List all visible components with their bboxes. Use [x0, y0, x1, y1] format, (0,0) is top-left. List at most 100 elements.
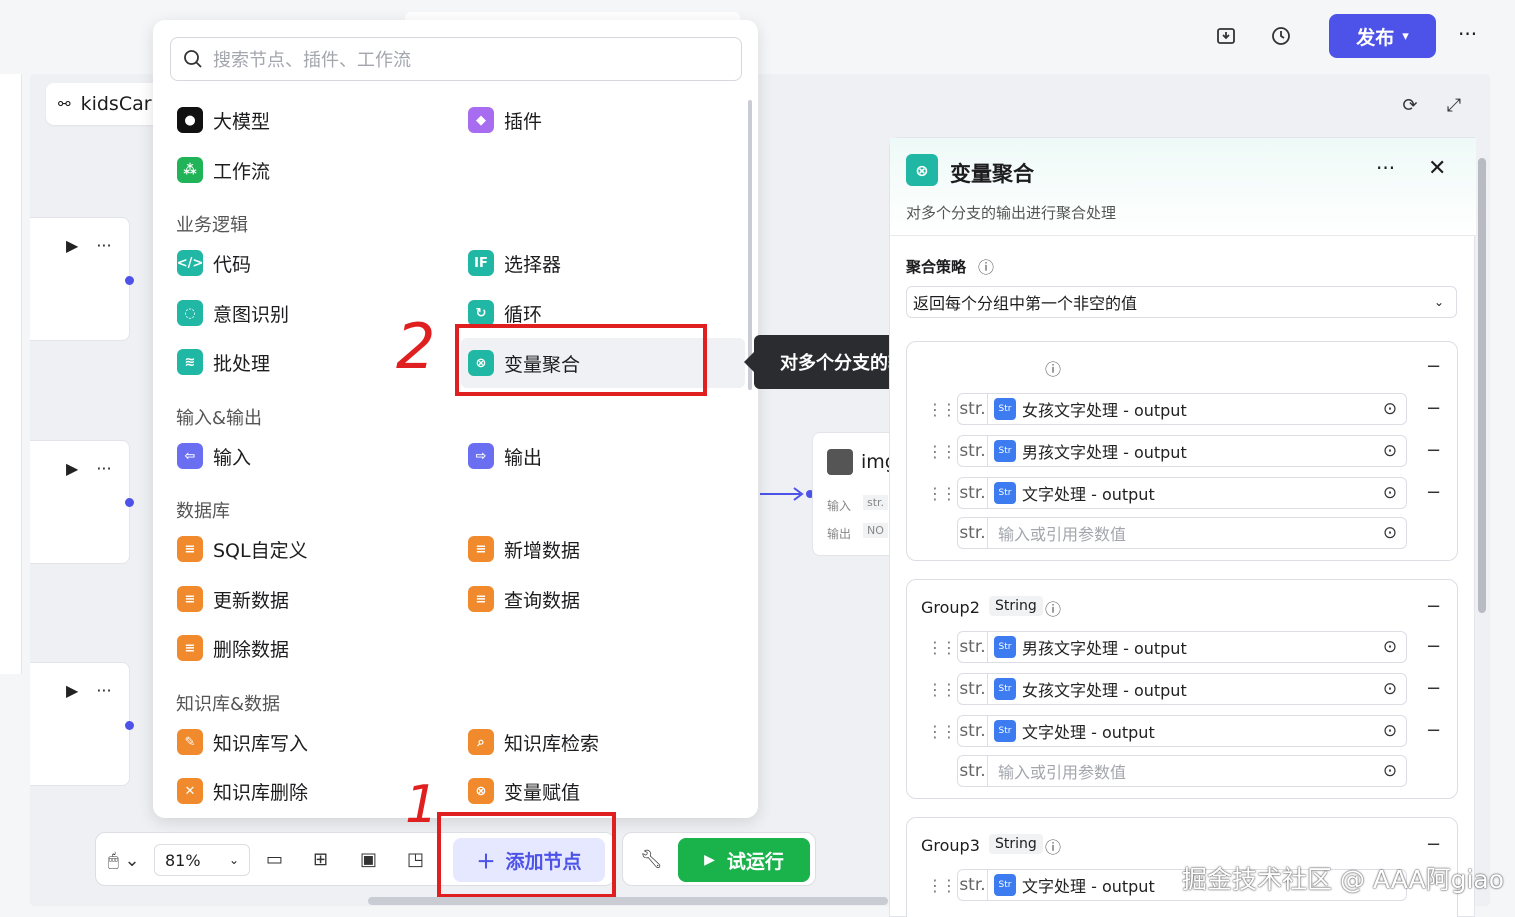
workflow-title-card[interactable]: ⚯ kidsCar	[46, 83, 166, 125]
comment-icon[interactable]: ▭	[266, 849, 283, 870]
variable-picker-icon[interactable]: ⊙	[1374, 756, 1406, 786]
drag-handle-icon[interactable]: ⋮⋮	[927, 680, 957, 699]
save-icon[interactable]	[1212, 22, 1240, 50]
node-item-kb-write[interactable]: ✎ 知识库写入	[177, 725, 308, 759]
remove-group-icon[interactable]: −	[1426, 834, 1441, 855]
variable-picker-icon[interactable]: ⊙	[1374, 674, 1406, 704]
popup-scrollbar[interactable]	[748, 100, 752, 390]
group-row[interactable]: str. Str 女孩文字处理 - output ⊙	[957, 393, 1407, 425]
node-item-query-data[interactable]: ≡ 查询数据	[468, 582, 580, 616]
remove-row-icon[interactable]: −	[1426, 636, 1441, 657]
node-item-assign[interactable]: ⊗ 变量赋值	[468, 774, 580, 808]
panel-more-icon[interactable]: ···	[1376, 156, 1395, 180]
node-item-label: 知识库写入	[213, 732, 309, 755]
drag-handle-icon[interactable]: ⋮⋮	[927, 400, 957, 419]
connection-edge	[760, 487, 814, 501]
group-row[interactable]: str. Str 男孩文字处理 - output ⊙	[957, 435, 1407, 467]
batch-icon: ≋	[177, 349, 203, 375]
mouse-mode-icon[interactable]: 🖱︎ ⌄	[108, 850, 140, 871]
node-item-delete-data[interactable]: ≡ 删除数据	[177, 631, 289, 665]
drag-handle-icon[interactable]: ⋮⋮	[927, 722, 957, 741]
canvas-horizontal-scrollbar[interactable]	[368, 897, 888, 905]
node-input-label: 输入	[827, 499, 852, 513]
canvas-node-3[interactable]: ▶ ···	[30, 662, 130, 786]
remove-group-icon[interactable]: −	[1426, 596, 1441, 617]
node-item-workflow[interactable]: ⁂ 工作流	[177, 153, 270, 187]
drag-handle-icon[interactable]: ⋮⋮	[927, 876, 957, 895]
remove-group-icon[interactable]: −	[1426, 356, 1441, 377]
remove-row-icon[interactable]: −	[1426, 678, 1441, 699]
info-icon[interactable]: ⓘ	[1045, 356, 1061, 380]
run-node-icon[interactable]: ▶	[66, 459, 78, 478]
variable-picker-icon[interactable]: ⊙	[1374, 632, 1406, 662]
minimap-icon[interactable]: ▣	[360, 849, 377, 870]
left-sidebar-edge	[0, 74, 22, 674]
group-row-empty[interactable]: str. 输入或引用参数值 ⊙	[957, 517, 1407, 549]
output-port[interactable]	[125, 498, 134, 507]
info-icon[interactable]: ⓘ	[1045, 834, 1061, 858]
layout-icon[interactable]: ⊞	[313, 849, 328, 870]
more-icon[interactable]: ···	[1458, 22, 1477, 46]
run-node-icon[interactable]: ▶	[66, 681, 78, 700]
variable-picker-icon[interactable]: ⊙	[1374, 478, 1406, 508]
history-icon[interactable]	[1267, 22, 1295, 50]
node-item-code[interactable]: </> 代码	[177, 246, 251, 280]
group-card-2: Group2 String ⓘ − ⋮⋮ str. Str 男孩文字处理 - ou…	[906, 579, 1458, 799]
node-item-kb-search[interactable]: ⌕ 知识库检索	[468, 725, 599, 759]
run-node-icon[interactable]: ▶	[66, 236, 78, 255]
panel-scrollbar[interactable]	[1478, 158, 1486, 613]
publish-button[interactable]: 发布 ▾	[1329, 14, 1436, 58]
canvas-node-1[interactable]: ▶ ···	[30, 217, 130, 341]
group-row[interactable]: str. Str 文字处理 - output ⊙	[957, 477, 1407, 509]
node-item-sql[interactable]: ≡ SQL自定义	[177, 532, 308, 566]
variable-picker-icon[interactable]: ⊙	[1374, 394, 1406, 424]
node-item-plugin[interactable]: ◆ 插件	[468, 103, 542, 137]
node-item-insert-data[interactable]: ≡ 新增数据	[468, 532, 580, 566]
node-item-batch[interactable]: ≋ 批处理	[177, 345, 270, 379]
group-row-empty[interactable]: str. 输入或引用参数值 ⊙	[957, 755, 1407, 787]
image-node-icon	[827, 449, 853, 475]
strategy-select[interactable]: 返回每个分组中第一个非空的值 ⌄	[906, 286, 1457, 318]
node-item-selector[interactable]: IF 选择器	[468, 246, 561, 280]
variable-picker-icon[interactable]: ⊙	[1374, 518, 1406, 548]
expand-icon[interactable]: ⤢	[1440, 91, 1468, 119]
group-row[interactable]: str. Str 男孩文字处理 - output ⊙	[957, 631, 1407, 663]
node-item-llm[interactable]: ● 大模型	[177, 103, 270, 137]
drag-handle-icon[interactable]: ⋮⋮	[927, 638, 957, 657]
node-search-input[interactable]: 搜索节点、插件、工作流	[170, 37, 742, 81]
node-more-icon[interactable]: ···	[96, 459, 111, 478]
remove-row-icon[interactable]: −	[1426, 398, 1441, 419]
drag-handle-icon[interactable]: ⋮⋮	[927, 484, 957, 503]
node-item-update-data[interactable]: ≡ 更新数据	[177, 582, 289, 616]
test-run-button[interactable]: ▶ 试运行	[678, 838, 810, 882]
node-item-intent[interactable]: ◌ 意图识别	[177, 296, 289, 330]
output-port[interactable]	[125, 276, 134, 285]
variable-picker-icon[interactable]: ⊙	[1374, 716, 1406, 746]
node-more-icon[interactable]: ···	[96, 681, 111, 700]
zoom-select[interactable]: 81% ⌄	[154, 844, 250, 876]
node-item-input[interactable]: ⇦ 输入	[177, 439, 251, 473]
drag-handle-icon[interactable]: ⋮⋮	[927, 442, 957, 461]
refresh-icon[interactable]: ⟳	[1396, 91, 1424, 119]
output-port[interactable]	[125, 721, 134, 730]
row-placeholder: 输入或引用参数值	[998, 763, 1127, 782]
variable-picker-icon[interactable]: ⊙	[1374, 436, 1406, 466]
node-item-kb-delete[interactable]: ✕ 知识库删除	[177, 774, 308, 808]
image-node[interactable]: img 输入 str. 输出 NO	[812, 432, 897, 556]
group-row[interactable]: str. Str 文字处理 - output ⊙	[957, 715, 1407, 747]
info-icon[interactable]: ⓘ	[978, 254, 994, 278]
node-item-output[interactable]: ⇨ 输出	[468, 439, 542, 473]
database-query-icon: ≡	[468, 586, 494, 612]
wrench-icon[interactable]: 🔧︎	[640, 849, 663, 870]
close-icon[interactable]: ✕	[1428, 156, 1446, 181]
group-row[interactable]: str. Str 女孩文字处理 - output ⊙	[957, 673, 1407, 705]
canvas-node-2[interactable]: ▶ ···	[30, 440, 130, 564]
remove-row-icon[interactable]: −	[1426, 720, 1441, 741]
row-value: 男孩文字处理 - output	[1022, 639, 1187, 658]
remove-row-icon[interactable]: −	[1426, 482, 1441, 503]
info-icon[interactable]: ⓘ	[1045, 596, 1061, 620]
node-more-icon[interactable]: ···	[96, 236, 111, 255]
remove-row-icon[interactable]: −	[1426, 440, 1441, 461]
add-node-popup: 搜索节点、插件、工作流 ● 大模型 ◆ 插件 ⁂ 工作流 业务逻辑 </> 代码…	[153, 20, 758, 818]
note-icon[interactable]: ◳	[407, 849, 424, 870]
